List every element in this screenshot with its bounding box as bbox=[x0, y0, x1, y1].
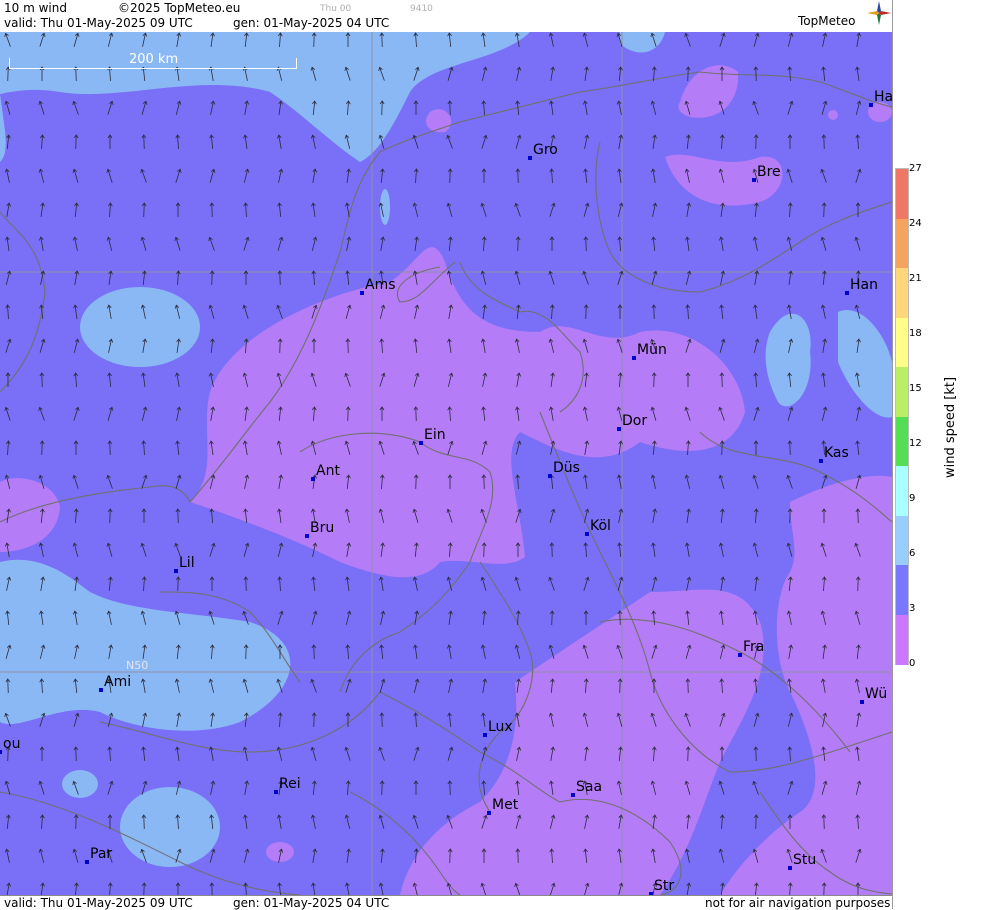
city-marker bbox=[99, 688, 103, 692]
city-marker bbox=[528, 156, 532, 160]
color-scale-tick: 15 bbox=[909, 383, 922, 394]
city-label: Ein bbox=[424, 427, 446, 443]
disclaimer-text: not for air navigation purposes bbox=[705, 896, 891, 910]
color-scale-segment bbox=[896, 268, 908, 318]
city-label: Ant bbox=[316, 463, 340, 479]
city-label: Gro bbox=[533, 142, 558, 158]
color-scale-bar bbox=[895, 168, 909, 665]
city-label: Wü bbox=[865, 686, 888, 702]
city-marker bbox=[305, 534, 309, 538]
color-scale-segment bbox=[896, 367, 908, 417]
legend-title: wind speed [kt] bbox=[943, 376, 958, 478]
city-marker bbox=[419, 441, 423, 445]
city-marker bbox=[487, 811, 491, 815]
city-label: Rei bbox=[279, 776, 301, 792]
city-label: Lil bbox=[179, 555, 195, 571]
city-label: Fra bbox=[743, 639, 765, 655]
city-marker bbox=[738, 653, 742, 657]
city-marker bbox=[860, 700, 864, 704]
generated-time: gen: 01-May-2025 04 UTC bbox=[233, 16, 390, 30]
city-label: Bre bbox=[757, 164, 781, 180]
city-label: Par bbox=[90, 846, 113, 862]
city-label: Str bbox=[654, 878, 675, 894]
color-scale-segment bbox=[896, 169, 908, 219]
color-scale-segment bbox=[896, 565, 908, 615]
valid-time: valid: Thu 01-May-2025 09 UTC bbox=[4, 16, 193, 30]
city-marker bbox=[788, 866, 792, 870]
city-label: Mün bbox=[637, 342, 667, 358]
color-scale-tick: 6 bbox=[909, 548, 916, 559]
topmeteo-logo: TopMeteo bbox=[796, 1, 892, 32]
city-label: Düs bbox=[553, 460, 580, 476]
city-marker bbox=[360, 291, 364, 295]
color-scale-segment bbox=[896, 416, 908, 467]
city-label: Saa bbox=[576, 779, 603, 795]
color-scale-segment bbox=[896, 466, 908, 516]
city-label: Köl bbox=[590, 518, 611, 534]
compass-star-icon bbox=[867, 1, 891, 25]
city-label: Dor bbox=[622, 413, 648, 429]
city-label: Han bbox=[850, 277, 878, 293]
city-label: Met bbox=[492, 797, 519, 813]
city-label: Ha bbox=[874, 89, 892, 105]
color-scale-tick: 9 bbox=[909, 493, 916, 504]
color-scale-tick: 27 bbox=[909, 163, 922, 174]
city-label: Ams bbox=[365, 277, 396, 293]
city-label: Kas bbox=[824, 445, 849, 461]
city-marker bbox=[617, 427, 621, 431]
city-marker bbox=[174, 569, 178, 573]
city-marker bbox=[585, 532, 589, 536]
city-marker bbox=[845, 291, 849, 295]
product-title: 10 m wind bbox=[4, 1, 67, 15]
footer-bar: valid: Thu 01-May-2025 09 UTC gen: 01-Ma… bbox=[0, 895, 892, 910]
scale-bar-label: 200 km bbox=[127, 52, 181, 67]
color-scale-tick: 21 bbox=[909, 273, 922, 284]
color-scale-tick: 24 bbox=[909, 218, 922, 229]
faint-day-label: Thu 00 bbox=[320, 4, 352, 14]
wind-map: 200 km N50 Gro Bre Ha Ams Han Mün Dor Ein Ant Düs… bbox=[0, 32, 892, 895]
color-scale-segment bbox=[896, 614, 908, 665]
color-scale-tick: 3 bbox=[909, 603, 916, 614]
city-marker bbox=[274, 790, 278, 794]
city-marker bbox=[869, 103, 873, 107]
city-marker bbox=[632, 356, 636, 360]
city-label: Stu bbox=[793, 852, 817, 868]
city-label: Lux bbox=[488, 719, 513, 735]
city-marker bbox=[752, 178, 756, 182]
city-marker bbox=[483, 733, 487, 737]
city-label: Ami bbox=[104, 674, 132, 690]
copyright-text: ©2025 TopMeteo.eu bbox=[118, 1, 241, 15]
city-marker bbox=[0, 750, 2, 754]
scale-bar: 200 km bbox=[9, 52, 297, 70]
color-scale-tick: 0 bbox=[909, 658, 916, 669]
faint-code-label: 9410 bbox=[410, 4, 433, 14]
header-bar: 10 m wind ©2025 TopMeteo.eu Thu 00 9410 … bbox=[0, 0, 892, 32]
latitude-label: N50 bbox=[126, 659, 149, 672]
city-marker bbox=[548, 474, 552, 478]
color-scale-segment bbox=[896, 218, 908, 269]
color-scale-segment bbox=[896, 515, 908, 566]
city-marker bbox=[819, 459, 823, 463]
footer-valid-time: valid: Thu 01-May-2025 09 UTC bbox=[4, 896, 193, 910]
footer-generated-time: gen: 01-May-2025 04 UTC bbox=[233, 896, 390, 910]
color-scale-segment bbox=[896, 317, 908, 368]
city-marker bbox=[85, 860, 89, 864]
logo-text: TopMeteo bbox=[798, 14, 856, 28]
city-marker bbox=[311, 477, 315, 481]
city-label: ou bbox=[3, 736, 21, 752]
color-scale-tick: 18 bbox=[909, 328, 922, 339]
city-label: Bru bbox=[310, 520, 335, 536]
color-scale-tick: 12 bbox=[909, 438, 922, 449]
legend-panel: 27 24 21 18 15 12 9 6 3 0 wind speed [kt] bbox=[892, 0, 983, 909]
city-marker bbox=[571, 793, 575, 797]
